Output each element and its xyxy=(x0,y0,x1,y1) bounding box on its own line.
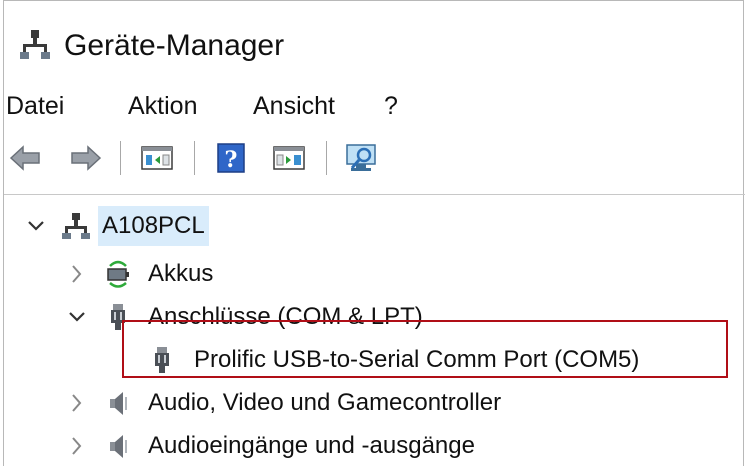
back-icon[interactable] xyxy=(9,142,41,174)
tree-root-label: A108PCL xyxy=(98,206,209,246)
toolbar-divider xyxy=(4,194,745,195)
menu-bar: Datei Aktion Ansicht ? xyxy=(4,86,745,126)
tree-item-akkus[interactable]: Akkus xyxy=(4,254,404,294)
tree-item-label: Audioeingänge und -ausgänge xyxy=(148,432,475,459)
chevron-down-icon[interactable] xyxy=(67,305,87,329)
tree-item-label: Akkus xyxy=(148,260,214,287)
help-icon[interactable]: ? xyxy=(214,142,248,174)
toolbar-separator xyxy=(326,141,327,175)
speaker-icon xyxy=(110,392,127,415)
toolbar: ? xyxy=(4,136,745,180)
speaker-icon xyxy=(110,435,127,458)
computer-icon xyxy=(62,213,90,239)
window-title: Geräte-Manager xyxy=(64,29,285,62)
scan-hardware-icon[interactable] xyxy=(344,142,380,174)
tree-item-audio-io[interactable]: Audioeingänge und -ausgänge xyxy=(4,426,504,466)
tree-item-label: Audio, Video und Gamecontroller xyxy=(148,389,502,416)
battery-icon xyxy=(107,260,129,288)
chevron-right-icon[interactable] xyxy=(67,434,87,458)
device-manager-window: Geräte-Manager Datei Aktion Ansicht ? ? xyxy=(3,0,745,466)
title-bar: Geräte-Manager xyxy=(4,1,745,81)
show-hide-action-pane-icon[interactable] xyxy=(272,142,306,174)
menu-aktion[interactable]: Aktion xyxy=(128,86,197,126)
forward-icon[interactable] xyxy=(70,142,102,174)
menu-ansicht[interactable]: Ansicht xyxy=(253,86,335,126)
svg-text:?: ? xyxy=(225,147,238,173)
chevron-down-icon[interactable] xyxy=(26,214,46,238)
chevron-right-icon[interactable] xyxy=(67,391,87,415)
highlight-annotation-box xyxy=(122,320,728,378)
show-hide-console-tree-icon[interactable] xyxy=(140,142,174,174)
menu-datei[interactable]: Datei xyxy=(6,86,64,126)
menu-help[interactable]: ? xyxy=(384,86,398,126)
chevron-right-icon[interactable] xyxy=(67,262,87,286)
tree-item-audio-video[interactable]: Audio, Video und Gamecontroller xyxy=(4,383,504,423)
tree-root-row[interactable]: A108PCL xyxy=(4,206,404,246)
toolbar-separator xyxy=(120,141,121,175)
device-manager-icon xyxy=(20,30,50,59)
toolbar-separator xyxy=(194,141,195,175)
